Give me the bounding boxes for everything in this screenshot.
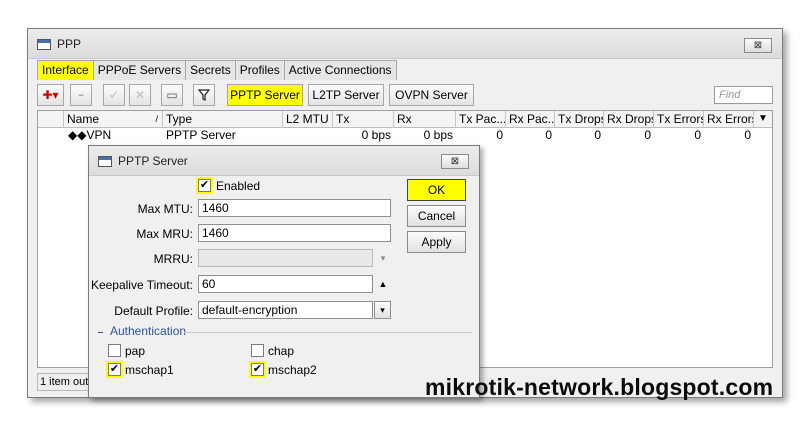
ppp-titlebar[interactable]: PPP ⊠ [28,29,782,59]
comment-button[interactable]: ▭ [161,84,183,106]
dialog-titlebar[interactable]: PPTP Server ⊠ [89,146,479,176]
default-profile-select[interactable]: default-encryption [198,301,373,319]
tab-secrets[interactable]: Secrets [185,60,236,80]
filter-icon [198,89,210,101]
keepalive-timeout-label: Keepalive Timeout: [90,278,193,292]
cell-type: PPTP Server [166,128,236,142]
default-profile-label: Default Profile: [114,304,193,318]
disable-button[interactable]: ✕ [129,84,151,106]
pptp-server-dialog: PPTP Server ⊠ ✔ Enabled Max MTU: 1460 Ma… [88,145,480,398]
find-input[interactable]: Find [714,86,773,104]
header-tx-packets[interactable]: Tx Pac... [456,111,506,128]
header-name[interactable]: Name / [64,111,163,128]
chap-checkbox[interactable] [251,344,264,357]
sort-icon: / [155,114,158,124]
header-spacer [38,111,64,128]
keepalive-timeout-field[interactable]: 60 [198,275,373,293]
cell-rx-errors: 0 [744,128,751,142]
cell-tx: 0 bps [361,128,391,142]
max-mru-field[interactable]: 1460 [198,224,391,242]
table-row[interactable]: ◆◆VPN PPTP Server 0 bps 0 bps 0 0 0 0 0 … [38,128,772,143]
dialog-window-icon [98,156,112,167]
header-type[interactable]: Type [163,111,283,128]
keepalive-up-icon[interactable]: ▲ [375,276,391,292]
header-rx-drops[interactable]: Rx Drops [604,111,654,128]
cell-rx: 0 bps [423,128,453,142]
mschap2-checkbox[interactable]: ✔ [251,363,264,376]
header-rx-errors[interactable]: Rx Errors [704,111,754,128]
mschap1-checkbox[interactable]: ✔ [108,363,121,376]
enabled-label: Enabled [216,179,261,193]
pap-checkbox[interactable] [108,344,121,357]
chap-label: chap [268,344,295,358]
column-menu-icon[interactable]: ▼ [754,111,774,128]
header-tx-errors[interactable]: Tx Errors [654,111,704,128]
cell-name: ◆◆VPN [68,128,112,142]
mrru-field[interactable] [198,249,373,267]
section-dash [98,332,103,333]
enabled-checkbox[interactable]: ✔ [198,179,211,192]
max-mru-label: Max MRU: [136,227,193,241]
remove-button[interactable]: ━ [70,84,92,106]
default-profile-dropdown-icon[interactable]: ▾ [374,301,391,319]
window-title: PPP [57,37,82,51]
cell-rx-drops: 0 [644,128,651,142]
ovpn-server-button[interactable]: OVPN Server [389,84,474,106]
window-icon [37,39,51,50]
apply-button[interactable]: Apply [407,231,466,253]
cell-rx-packets: 0 [545,128,552,142]
header-tx[interactable]: Tx [333,111,394,128]
header-rx[interactable]: Rx [394,111,456,128]
tab-profiles[interactable]: Profiles [234,60,285,80]
watermark-text: mikrotik-network.blogspot.com [425,374,774,400]
header-tx-drops[interactable]: Tx Drops [555,111,604,128]
cell-l2mtu [283,128,333,143]
mschap1-label: mschap1 [125,363,174,377]
cell-tx-packets: 0 [496,128,503,142]
enable-button[interactable]: ✓ [103,84,125,106]
l2tp-server-button[interactable]: L2TP Server [308,84,384,106]
tab-pppoe-servers[interactable]: PPPoE Servers [92,60,187,80]
max-mtu-label: Max MTU: [137,202,193,216]
table-header: Name / Type L2 MTU Tx Rx Tx Pac... Rx Pa… [38,111,772,128]
add-button[interactable]: ✚▾ [37,84,64,106]
tab-bar: Interface PPPoE Servers Secrets Profiles… [37,60,397,80]
cell-tx-drops: 0 [594,128,601,142]
mschap2-label: mschap2 [268,363,317,377]
filter-button[interactable] [193,84,215,106]
close-button[interactable]: ⊠ [744,38,772,53]
ok-button[interactable]: OK [407,179,466,201]
mrru-label: MRRU: [153,252,193,266]
dialog-title: PPTP Server [118,154,188,168]
cancel-button[interactable]: Cancel [407,205,466,227]
authentication-section-label: Authentication [110,324,187,338]
toolbar: ✚▾ ━ ✓ ✕ ▭ PPTP Server L2TP Server OVPN … [37,83,773,107]
tab-active-connections[interactable]: Active Connections [283,60,397,80]
mrru-dropdown-icon[interactable]: ▾ [375,250,391,266]
dialog-close-button[interactable]: ⊠ [441,154,469,169]
max-mtu-field[interactable]: 1460 [198,199,391,217]
cell-tx-errors: 0 [694,128,701,142]
tab-interface[interactable]: Interface [37,60,94,80]
header-rx-packets[interactable]: Rx Pac... [506,111,555,128]
section-divider [184,332,472,333]
pap-label: pap [125,344,146,358]
header-l2mtu[interactable]: L2 MTU [283,111,333,128]
pptp-server-button[interactable]: PPTP Server [227,84,303,106]
